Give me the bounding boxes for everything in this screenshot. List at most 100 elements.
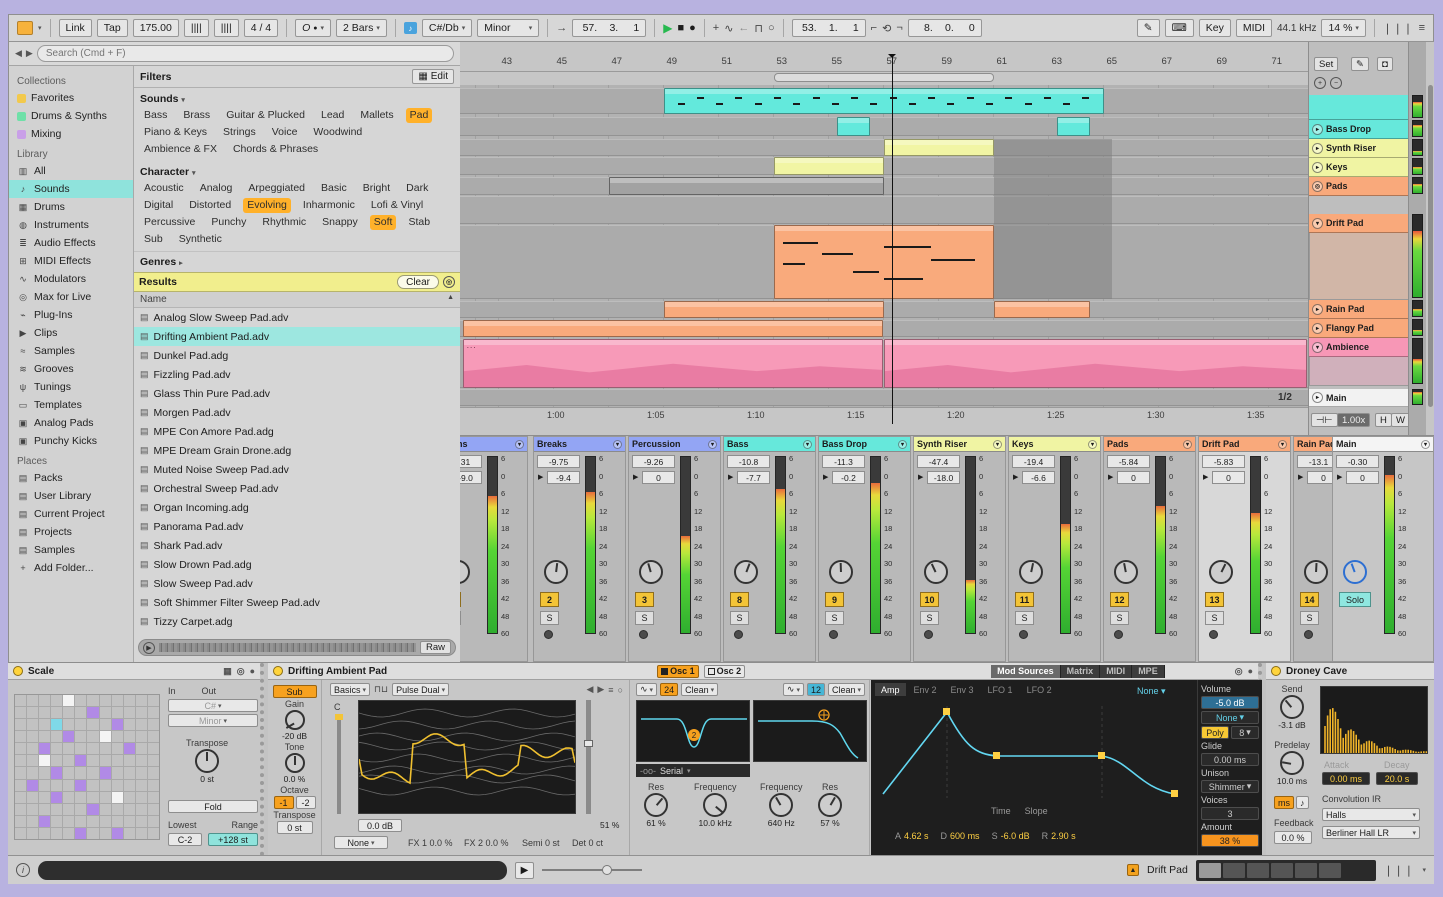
sidebar-item-instruments[interactable]: ◍ Instruments	[9, 216, 133, 234]
scale-grid-cell[interactable]	[27, 803, 39, 815]
filter-tag[interactable]: Acoustic	[140, 181, 188, 196]
scale-grid-cell[interactable]	[135, 731, 147, 743]
solo-button[interactable]: S	[1205, 611, 1224, 625]
scale-grid-cell[interactable]	[111, 803, 123, 815]
filter-tag[interactable]: Inharmonic	[299, 198, 359, 213]
mixer-strip-drift-pad[interactable]: Drift Pad ▾ -5.83 ▶ 0 6 0 6 12 18 24 30 36 42 48 60…	[1198, 436, 1291, 662]
draw-icon[interactable]: ✎	[1351, 57, 1369, 71]
link-button[interactable]: Link	[58, 19, 92, 37]
sidebar-item-samples[interactable]: ▤ Samples	[9, 541, 133, 559]
loop-icon[interactable]: ⟲	[882, 22, 891, 35]
collapse-icon[interactable]: ▾	[1421, 439, 1430, 449]
track-header-synth-riser[interactable]: ▸ Synth Riser	[1309, 139, 1409, 158]
mixer-strip-bass[interactable]: Bass ▾ -10.8 ▶ -7.7 6 0 6 12 18 24 30 36 42 48 60 8…	[723, 436, 816, 662]
arm-button[interactable]	[1209, 630, 1218, 639]
scale-grid-cell[interactable]	[75, 719, 87, 731]
arm-button[interactable]	[829, 630, 838, 639]
osc-mode-select[interactable]: Basics ▾	[330, 683, 371, 696]
mixer-strip-main[interactable]: Main ▾ -0.30 ▶ 0 6 0 6 12 18 24 30 36 42 48 60 Solo	[1332, 436, 1434, 662]
scale-grid-cell[interactable]	[147, 707, 159, 719]
track-activator[interactable]: 12	[1110, 592, 1129, 607]
next-icon[interactable]: ▶	[597, 684, 604, 695]
preview-waveform[interactable]	[159, 643, 416, 652]
volume-value[interactable]: -9.0	[460, 471, 482, 484]
res2-knob[interactable]	[818, 793, 842, 817]
filter-tag[interactable]: Strings	[219, 125, 260, 140]
scale-grid-cell[interactable]	[75, 731, 87, 743]
scale-grid-cell[interactable]	[111, 779, 123, 791]
stop-button[interactable]: ■	[677, 22, 684, 34]
res2-value[interactable]: 57 %	[820, 818, 839, 828]
mixer-strip-keys[interactable]: Keys ▾ -19.4 ▶ -6.6 6 0 6 12 18 24 30 36 42 48 60 1…	[1008, 436, 1101, 662]
width-slider[interactable]	[584, 700, 593, 814]
sidebar-item-add-folder-[interactable]: + Add Folder...	[9, 559, 133, 577]
scale-grid-cell[interactable]	[39, 827, 51, 839]
env-tab-lfo-1[interactable]: LFO 1	[982, 683, 1019, 696]
sidebar-item-drums[interactable]: ▦ Drums	[9, 198, 133, 216]
expand-icon[interactable]: ◎	[1312, 180, 1323, 192]
pan-knob[interactable]	[1343, 560, 1367, 584]
arrangement-clip[interactable]	[773, 157, 884, 175]
peak-value[interactable]: -47.4	[917, 455, 960, 468]
fx1-value[interactable]: FX 1 0.0 %	[408, 838, 453, 848]
scale-grid-cell[interactable]	[75, 803, 87, 815]
scale-grid-cell[interactable]	[99, 827, 111, 839]
scale-grid-cell[interactable]	[63, 731, 75, 743]
filter-tag[interactable]: Woodwind	[309, 125, 366, 140]
scale-grid-cell[interactable]	[99, 731, 111, 743]
arrangement-clip[interactable]	[883, 139, 994, 156]
range-value[interactable]: +128 st	[208, 833, 258, 846]
scale-grid-cell[interactable]	[27, 743, 39, 755]
peak-value[interactable]: -19.4	[1012, 455, 1055, 468]
sidebar-item-all[interactable]: ▥ All	[9, 162, 133, 180]
scale-grid-cell[interactable]	[39, 707, 51, 719]
scale-grid-cell[interactable]	[15, 827, 27, 839]
scale-grid-cell[interactable]	[147, 755, 159, 767]
solo-button[interactable]: Solo	[1339, 592, 1371, 607]
preview-volume-slider[interactable]	[542, 865, 643, 875]
scale-grid-cell[interactable]	[111, 743, 123, 755]
zoom-in-icon[interactable]: +	[1314, 77, 1326, 89]
punch-in-icon[interactable]: ⌐	[871, 22, 877, 34]
scale-grid-cell[interactable]	[51, 755, 63, 767]
peak-value[interactable]: -0.30	[1336, 455, 1379, 468]
solo-button[interactable]: S	[460, 611, 461, 625]
sidebar-item-punchy-kicks[interactable]: ▣ Punchy Kicks	[9, 432, 133, 450]
scale-grid-cell[interactable]	[39, 815, 51, 827]
freq1-value[interactable]: 10.0 kHz	[698, 818, 732, 828]
result-row[interactable]: ▤ Panorama Pad.adv	[134, 517, 460, 536]
volume-value[interactable]: -6.6	[1022, 471, 1055, 484]
sidebar-item-packs[interactable]: ▤ Packs	[9, 469, 133, 487]
name-column-header[interactable]: Name	[140, 294, 167, 305]
scale-grid-cell[interactable]	[27, 815, 39, 827]
scale-grid-cell[interactable]	[75, 755, 87, 767]
result-row[interactable]: ▤ Soft Shimmer Filter Sweep Pad.adv	[134, 593, 460, 612]
lowest-value[interactable]: C-2	[168, 833, 202, 846]
filter-toggle-icon[interactable]: ◎	[443, 276, 455, 288]
session-record-icon[interactable]: ○	[768, 22, 775, 34]
peak-value[interactable]: -5.84	[1107, 455, 1150, 468]
pan-knob[interactable]	[1114, 560, 1138, 584]
arrangement-clip[interactable]	[993, 301, 1090, 318]
result-row[interactable]: ▤ MPE Con Amore Pad.adg	[134, 422, 460, 441]
track-name[interactable]: Pads	[1107, 439, 1181, 449]
scale-grid-cell[interactable]	[27, 779, 39, 791]
env-tab-env-2[interactable]: Env 2	[908, 683, 943, 696]
arrangement-clip[interactable]	[773, 225, 994, 299]
glide-value[interactable]: 0.00 ms	[1201, 753, 1259, 766]
filter-tag[interactable]: Mallets	[356, 108, 397, 123]
scale-grid-cell[interactable]	[39, 803, 51, 815]
follow-toggle-icon[interactable]: ⊣⊢	[1311, 413, 1338, 427]
vertical-scrollbar[interactable]	[1428, 85, 1433, 407]
track-name[interactable]: Keys	[1012, 439, 1086, 449]
scale-grid[interactable]	[14, 694, 160, 840]
scale-grid-cell[interactable]	[135, 707, 147, 719]
filter2-slope[interactable]: 12	[806, 683, 825, 696]
osc-route-select[interactable]: None ▾	[334, 836, 388, 849]
preview-play-icon[interactable]: ▶	[143, 641, 155, 654]
scale-grid-cell[interactable]	[15, 791, 27, 803]
solo-button[interactable]: S	[920, 611, 939, 625]
collapse-icon[interactable]: ▾	[708, 439, 717, 449]
scale-grid-cell[interactable]	[111, 731, 123, 743]
osc-level-value[interactable]: 0.0 dB	[358, 819, 402, 832]
